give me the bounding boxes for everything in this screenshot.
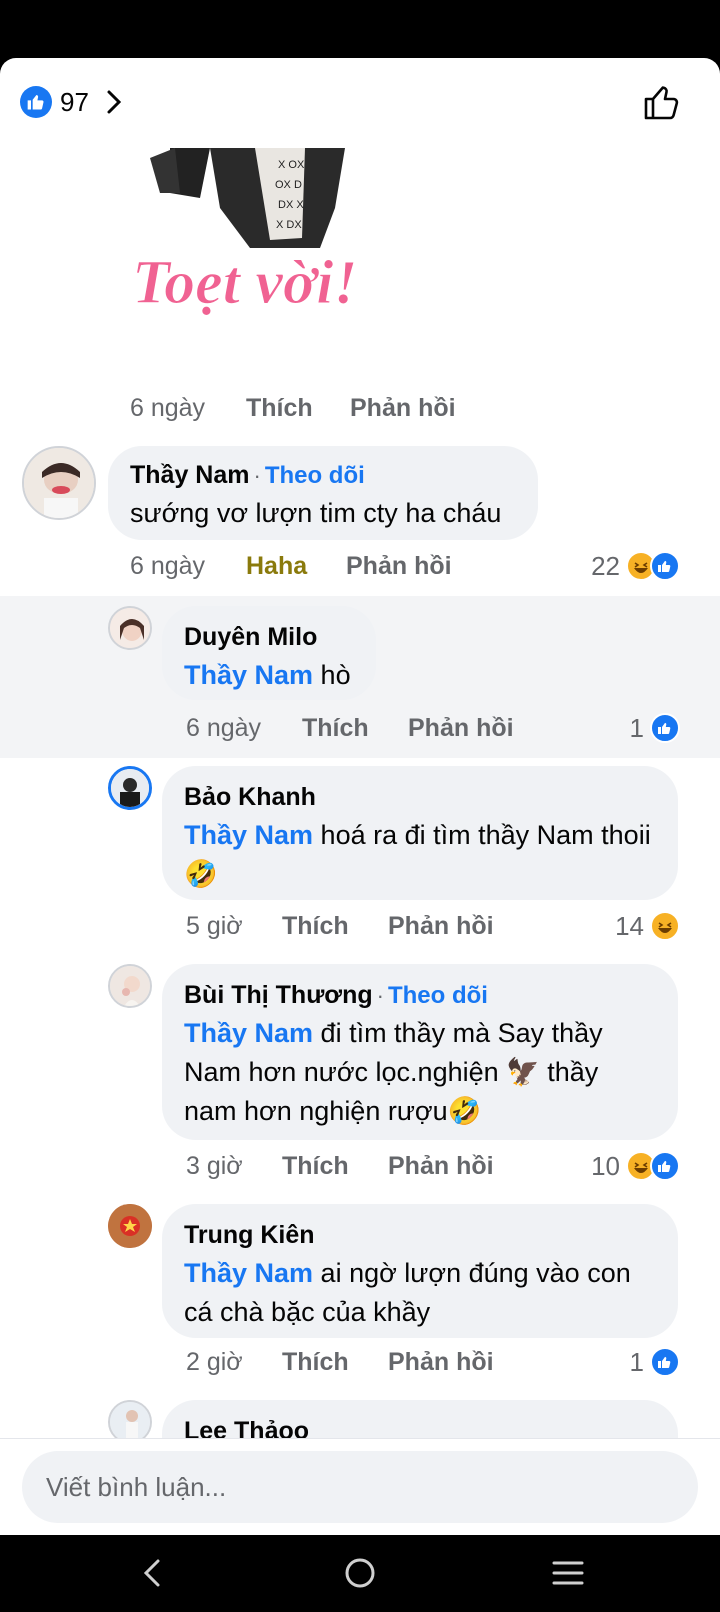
reply-button[interactable]: Phản hồi xyxy=(408,714,514,743)
comment-time: 3 giờ xyxy=(186,1151,243,1180)
comment-author[interactable]: Duyên Milo xyxy=(184,622,354,652)
thumbs-up-icon[interactable] xyxy=(640,80,684,124)
chevron-right-icon[interactable] xyxy=(100,88,128,116)
reaction-summary[interactable]: 10 xyxy=(591,1148,680,1184)
like-button[interactable]: Thích xyxy=(282,1348,388,1377)
like-icon xyxy=(650,551,680,581)
reply-button[interactable]: Phản hồi xyxy=(388,912,494,941)
reaction-summary[interactable]: 22 xyxy=(591,548,680,584)
reaction-count: 10 xyxy=(591,1150,620,1181)
recent-apps-icon[interactable] xyxy=(548,1553,588,1593)
mention-link[interactable]: Thầy Nam xyxy=(184,1018,313,1048)
comment-actions: 5 giờ Thích Phản hồi xyxy=(186,908,494,944)
reaction-summary[interactable]: 14 xyxy=(615,908,680,944)
comments-list[interactable]: X OX OX D DX X X DX Toẹt vời! 6 ngày Thí… xyxy=(0,148,720,1498)
separator-dot: · xyxy=(253,463,261,488)
comment-bubble[interactable]: Duyên Milo Thầy Nam hò xyxy=(162,606,376,700)
svg-text:DX X: DX X xyxy=(278,199,304,211)
comment-actions: 6 ngày Thích Phản hồi xyxy=(130,390,456,426)
reply-button[interactable]: Phản hồi xyxy=(350,394,456,423)
comment-actions: 6 ngày Thích Phản hồi xyxy=(186,710,514,746)
reaction-count: 1 xyxy=(629,712,644,743)
comment-bubble[interactable]: Thầy Nam · Theo dõi sướng vơ lượn tim cty … xyxy=(108,446,538,540)
svg-text:X DX: X DX xyxy=(276,219,302,231)
sticker-caption: Toẹt vời! xyxy=(132,249,358,317)
avatar[interactable] xyxy=(108,766,152,810)
reaction-summary[interactable]: 1 xyxy=(630,710,680,746)
reply-button[interactable]: Phản hồi xyxy=(388,1348,494,1377)
like-icon xyxy=(650,1347,680,1377)
like-button[interactable]: Thích xyxy=(246,394,350,423)
comment-time: 2 giờ xyxy=(186,1347,243,1376)
comment-author[interactable]: Bùi Thị Thương xyxy=(184,981,373,1009)
like-reaction-icon[interactable] xyxy=(20,86,52,118)
reaction-count: 1 xyxy=(629,1346,644,1377)
comment-actions: 3 giờ Thích Phản hồi xyxy=(186,1148,494,1184)
reply-button[interactable]: Phản hồi xyxy=(388,1152,494,1181)
svg-text:OX D: OX D xyxy=(275,179,302,191)
comment-author[interactable]: Trung Kiên xyxy=(184,1220,656,1250)
sheet-header: 97 xyxy=(0,58,720,148)
separator-dot: · xyxy=(376,983,384,1008)
like-button[interactable]: Thích xyxy=(302,714,408,743)
comment-bubble[interactable]: Trung Kiên Thầy Nam ai ngờ lượn đúng vào… xyxy=(162,1204,678,1338)
comment-author[interactable]: Bảo Khanh xyxy=(184,782,656,812)
haha-icon xyxy=(650,911,680,941)
follow-button[interactable]: Theo dõi xyxy=(265,462,365,489)
comment-actions: 2 giờ Thích Phản hồi xyxy=(186,1344,494,1380)
mention-link[interactable]: Thầy Nam xyxy=(184,820,313,850)
comment-composer-bar: Viết bình luận... xyxy=(0,1438,720,1535)
reaction-count: 22 xyxy=(591,550,620,581)
comments-sheet: 97 X OX OX D DX X X DX Toẹt vời! 6 ngày … xyxy=(0,58,720,1535)
reaction-summary[interactable]: 1 xyxy=(630,1344,680,1380)
haha-reacted-button[interactable]: Haha xyxy=(246,552,346,581)
mention-link[interactable]: Thầy Nam xyxy=(184,660,313,690)
mention-link[interactable]: Thầy Nam xyxy=(184,1258,313,1288)
comment-bubble[interactable]: Bảo Khanh Thầy Nam hoá ra đi tìm thầy Na… xyxy=(162,766,678,900)
like-icon xyxy=(650,713,680,743)
comment-bubble[interactable]: Bùi Thị Thương · Theo dõi Thầy Nam đi tìm … xyxy=(162,964,678,1140)
comment-author[interactable]: Thầy Nam xyxy=(130,461,249,489)
system-nav-bar xyxy=(0,1535,720,1612)
like-button[interactable]: Thích xyxy=(282,912,388,941)
comment-time: 6 ngày xyxy=(130,551,206,580)
comment-time: 5 giờ xyxy=(186,911,243,940)
comment-time: 6 ngày xyxy=(186,713,262,742)
reaction-count[interactable]: 97 xyxy=(60,86,89,118)
follow-button[interactable]: Theo dõi xyxy=(388,982,488,1009)
svg-text:X OX: X OX xyxy=(278,159,305,171)
sticker-image[interactable]: X OX OX D DX X X DX Toẹt vời! xyxy=(130,148,420,328)
avatar[interactable] xyxy=(108,964,152,1008)
status-bar xyxy=(0,0,720,58)
like-button[interactable]: Thích xyxy=(282,1152,388,1181)
reaction-count: 14 xyxy=(615,910,644,941)
back-icon[interactable] xyxy=(134,1553,174,1593)
comment-time: 6 ngày xyxy=(130,393,206,422)
reply-button[interactable]: Phản hồi xyxy=(346,552,452,581)
comment-text: sướng vơ lượn tim cty ha cháu xyxy=(130,498,502,528)
comment-actions: 6 ngày Haha Phản hồi xyxy=(130,548,452,584)
home-icon[interactable] xyxy=(340,1553,380,1593)
avatar[interactable] xyxy=(22,446,96,520)
comment-input[interactable]: Viết bình luận... xyxy=(22,1451,698,1523)
like-icon xyxy=(650,1151,680,1181)
avatar[interactable] xyxy=(108,1204,152,1248)
avatar[interactable] xyxy=(108,606,152,650)
comment-text: hò xyxy=(313,660,351,690)
